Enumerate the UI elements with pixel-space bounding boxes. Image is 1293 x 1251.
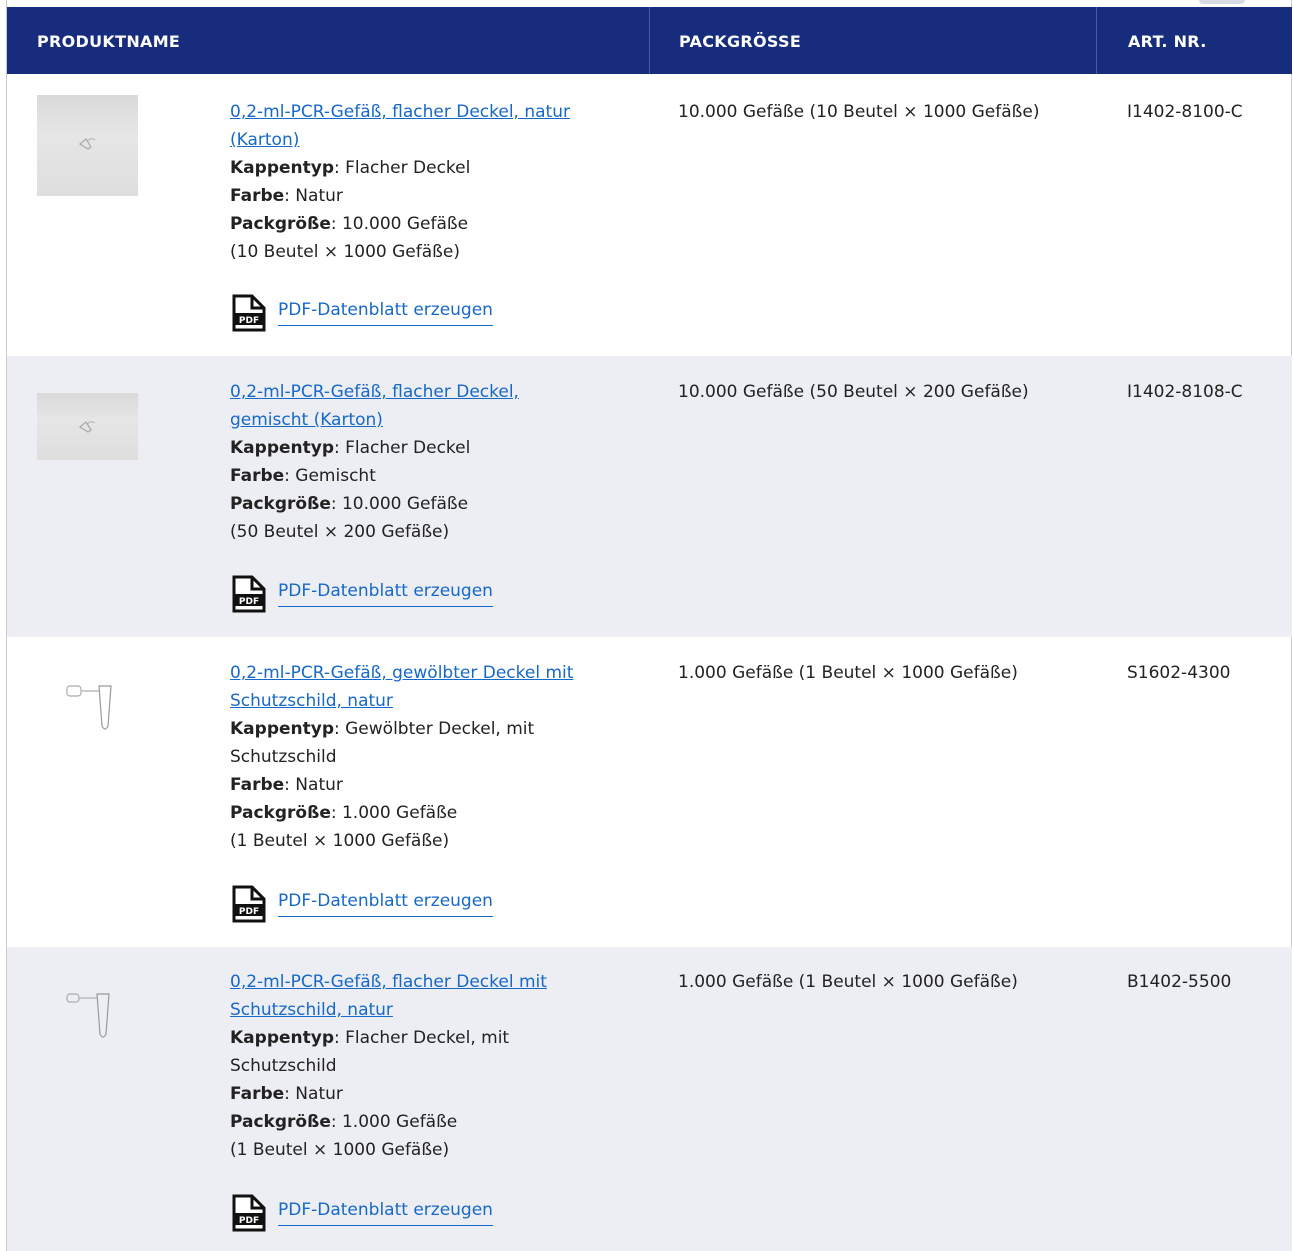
pdf-file-icon: PDF bbox=[232, 575, 266, 613]
pdf-file-icon: PDF bbox=[232, 885, 266, 923]
product-info: 0,2-ml-PCR-Gefäß, flacher Deckel, gemisch… bbox=[230, 378, 610, 546]
header-product-name[interactable]: PRODUKTNAME bbox=[37, 7, 180, 74]
svg-text:PDF: PDF bbox=[239, 597, 259, 607]
spec-color: Farbe: Gemischt bbox=[230, 466, 376, 486]
svg-text:PDF: PDF bbox=[239, 316, 259, 326]
pdf-file-icon: PDF bbox=[232, 1194, 266, 1232]
header-divider bbox=[1096, 7, 1097, 74]
product-link[interactable]: 0,2-ml-PCR-Gefäß, flacher Deckel, natur(… bbox=[230, 98, 610, 154]
product-link[interactable]: 0,2-ml-PCR-Gefäß, flacher Deckel mit Schu… bbox=[230, 968, 610, 1024]
product-info: 0,2-ml-PCR-Gefäß, flacher Deckel mit Schu… bbox=[230, 968, 610, 1164]
spec-cap-type: Kappentyp: Flacher Deckel bbox=[230, 158, 471, 178]
svg-text:PDF: PDF bbox=[239, 1216, 259, 1226]
header-article-no[interactable]: ART. NR. bbox=[1128, 7, 1207, 74]
spec-pack-detail: (50 Beutel × 200 Gefäße) bbox=[230, 522, 450, 542]
product-image[interactable] bbox=[37, 95, 138, 196]
pack-size-cell: 10.000 Gefäße (50 Beutel × 200 Gefäße) bbox=[678, 382, 1029, 402]
table-row: 0,2-ml-PCR-Gefäß, flacher Deckel mit Schu… bbox=[7, 947, 1292, 1251]
product-image[interactable] bbox=[37, 968, 138, 1069]
pdf-link-label[interactable]: PDF-Datenblatt erzeugen bbox=[278, 300, 493, 326]
pack-size-cell: 10.000 Gefäße (10 Beutel × 1000 Gefäße) bbox=[678, 102, 1040, 122]
pdf-datasheet-link[interactable]: PDF PDF-Datenblatt erzeugen bbox=[230, 575, 493, 613]
spec-pack-size: Packgröße: 1.000 Gefäße bbox=[230, 1112, 458, 1132]
product-image[interactable] bbox=[37, 658, 138, 759]
pdf-datasheet-link[interactable]: PDF PDF-Datenblatt erzeugen bbox=[230, 294, 493, 332]
table-header: PRODUKTNAME PACKGRÖSSE ART. NR. bbox=[7, 7, 1292, 74]
pdf-file-icon: PDF bbox=[232, 294, 266, 332]
scroll-tab[interactable] bbox=[1199, 0, 1245, 4]
spec-pack-detail: (1 Beutel × 1000 Gefäße) bbox=[230, 1140, 450, 1160]
spec-color: Farbe: Natur bbox=[230, 1084, 343, 1104]
spec-pack-size: Packgröße: 1.000 Gefäße bbox=[230, 803, 458, 823]
table-row: 0,2-ml-PCR-Gefäß, flacher Deckel, natur(… bbox=[7, 74, 1292, 356]
article-no-cell: S1602-4300 bbox=[1127, 663, 1231, 683]
article-no-cell: I1402-8100-C bbox=[1127, 102, 1243, 122]
svg-text:PDF: PDF bbox=[239, 907, 259, 917]
spec-pack-detail: (10 Beutel × 1000 Gefäße) bbox=[230, 242, 460, 262]
product-link[interactable]: 0,2-ml-PCR-Gefäß, gewölbter Deckel mit Sc… bbox=[230, 659, 610, 715]
header-pack-size[interactable]: PACKGRÖSSE bbox=[679, 7, 801, 74]
pdf-datasheet-link[interactable]: PDF PDF-Datenblatt erzeugen bbox=[230, 885, 493, 923]
pack-size-cell: 1.000 Gefäße (1 Beutel × 1000 Gefäße) bbox=[678, 972, 1018, 992]
spec-cap-type: Kappentyp: Gewölbter Deckel, mit bbox=[230, 719, 535, 739]
header-divider bbox=[649, 7, 650, 74]
article-no-cell: I1402-8108-C bbox=[1127, 382, 1243, 402]
pdf-link-label[interactable]: PDF-Datenblatt erzeugen bbox=[278, 1200, 493, 1226]
spec-cap-type: Kappentyp: Flacher Deckel bbox=[230, 438, 471, 458]
pdf-datasheet-link[interactable]: PDF PDF-Datenblatt erzeugen bbox=[230, 1194, 493, 1232]
article-no-cell: B1402-5500 bbox=[1127, 972, 1232, 992]
spec-color: Farbe: Natur bbox=[230, 775, 343, 795]
pack-size-cell: 1.000 Gefäße (1 Beutel × 1000 Gefäße) bbox=[678, 663, 1018, 683]
table-row: 0,2-ml-PCR-Gefäß, flacher Deckel, gemisch… bbox=[7, 356, 1292, 637]
product-link[interactable]: 0,2-ml-PCR-Gefäß, flacher Deckel, gemisch… bbox=[230, 378, 610, 434]
spec-pack-detail: (1 Beutel × 1000 Gefäße) bbox=[230, 831, 450, 851]
spec-cap-type-detail: Schutzschild bbox=[230, 747, 337, 767]
spec-pack-size: Packgröße: 10.000 Gefäße bbox=[230, 494, 469, 514]
pdf-link-label[interactable]: PDF-Datenblatt erzeugen bbox=[278, 891, 493, 917]
spec-cap-type: Kappentyp: Flacher Deckel, mit bbox=[230, 1028, 510, 1048]
spec-color: Farbe: Natur bbox=[230, 186, 343, 206]
spec-pack-size: Packgröße: 10.000 Gefäße bbox=[230, 214, 469, 234]
pdf-link-label[interactable]: PDF-Datenblatt erzeugen bbox=[278, 581, 493, 607]
spec-cap-type-detail: Schutzschild bbox=[230, 1056, 337, 1076]
table-row: 0,2-ml-PCR-Gefäß, gewölbter Deckel mit Sc… bbox=[7, 637, 1292, 947]
product-info: 0,2-ml-PCR-Gefäß, gewölbter Deckel mit Sc… bbox=[230, 659, 610, 855]
product-info: 0,2-ml-PCR-Gefäß, flacher Deckel, natur(… bbox=[230, 98, 610, 266]
product-image[interactable] bbox=[37, 393, 138, 460]
